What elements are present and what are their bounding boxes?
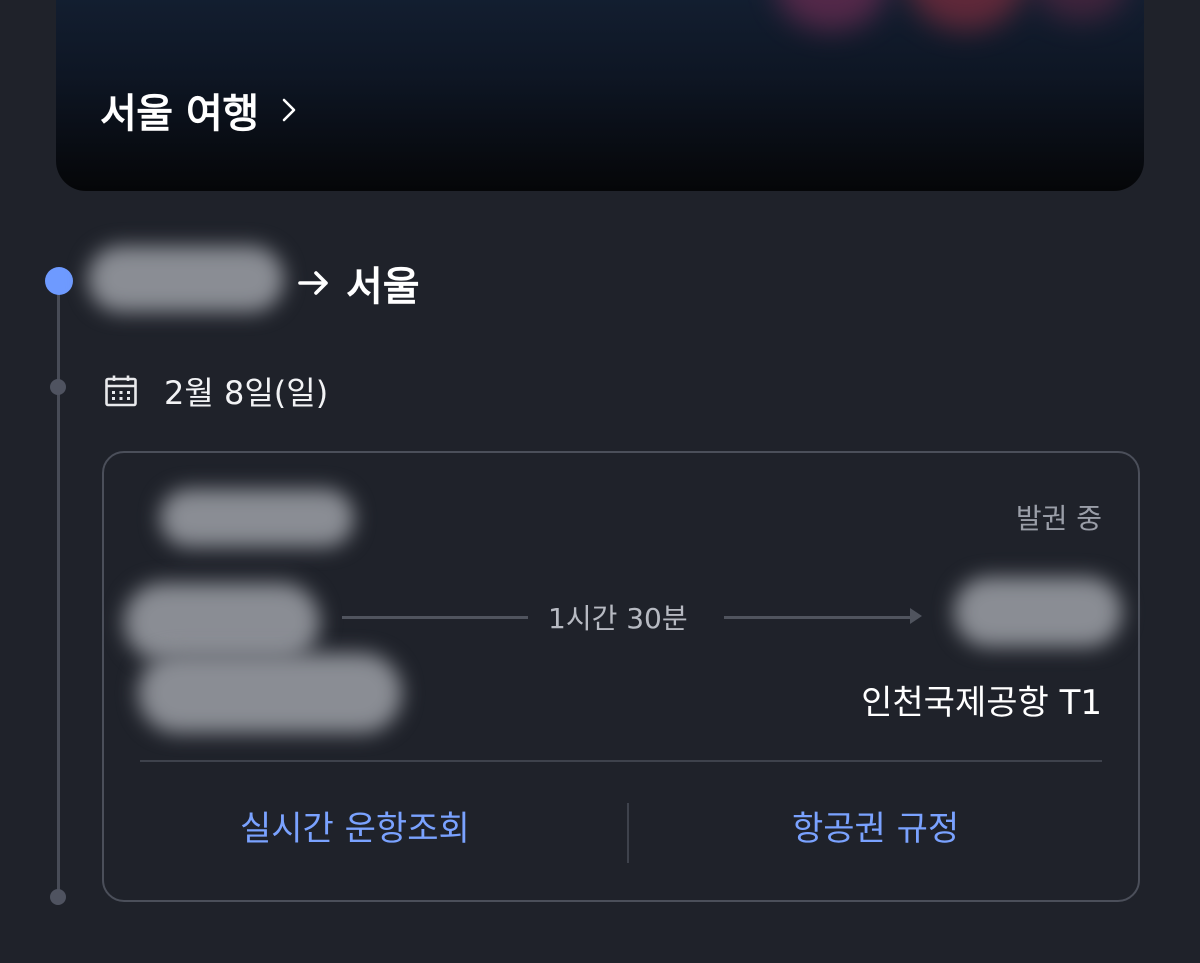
origin-city-redacted bbox=[88, 246, 284, 312]
trip-banner[interactable]: 서울 여행 bbox=[56, 0, 1144, 191]
airline-name-redacted bbox=[160, 489, 354, 547]
route-title: 서울 bbox=[296, 254, 420, 312]
arrival-time-redacted bbox=[954, 577, 1122, 647]
button-separator bbox=[627, 803, 629, 863]
trip-page: 서울 여행 서울 2월 8일(일) 발권 중 1시간 30분 인천국제공항 T1… bbox=[0, 0, 1200, 963]
duration-arrow-head bbox=[910, 608, 922, 624]
timeline-dot bbox=[50, 379, 66, 395]
departure-time-redacted bbox=[124, 583, 320, 661]
duration-line-left bbox=[342, 616, 528, 619]
departure-airport-redacted bbox=[138, 653, 402, 733]
card-divider bbox=[140, 760, 1102, 762]
timeline-dot bbox=[50, 889, 66, 905]
chevron-right-icon bbox=[282, 98, 295, 122]
date-row: 2월 8일(일) bbox=[104, 368, 328, 414]
banner-title-link[interactable]: 서울 여행 bbox=[100, 81, 301, 139]
ticket-rules-button[interactable]: 항공권 규정 bbox=[792, 801, 959, 850]
realtime-flight-status-button[interactable]: 실시간 운항조회 bbox=[240, 801, 470, 850]
banner-title: 서울 여행 bbox=[100, 91, 259, 137]
ticket-status: 발권 중 bbox=[1015, 502, 1102, 535]
arrow-right-icon bbox=[298, 271, 328, 295]
route-destination: 서울 bbox=[346, 264, 420, 310]
banner-background-image bbox=[756, 0, 1144, 80]
date-label: 2월 8일(일) bbox=[164, 374, 329, 412]
timeline-dot-active bbox=[45, 267, 73, 295]
timeline-line bbox=[57, 282, 60, 897]
flight-card[interactable]: 발권 중 1시간 30분 인천국제공항 T1 실시간 운항조회 항공권 규정 bbox=[102, 451, 1140, 902]
flight-duration: 1시간 30분 bbox=[548, 602, 688, 635]
arrival-airport: 인천국제공항 T1 bbox=[861, 683, 1102, 723]
duration-line-right bbox=[724, 616, 914, 619]
calendar-icon bbox=[105, 375, 137, 407]
